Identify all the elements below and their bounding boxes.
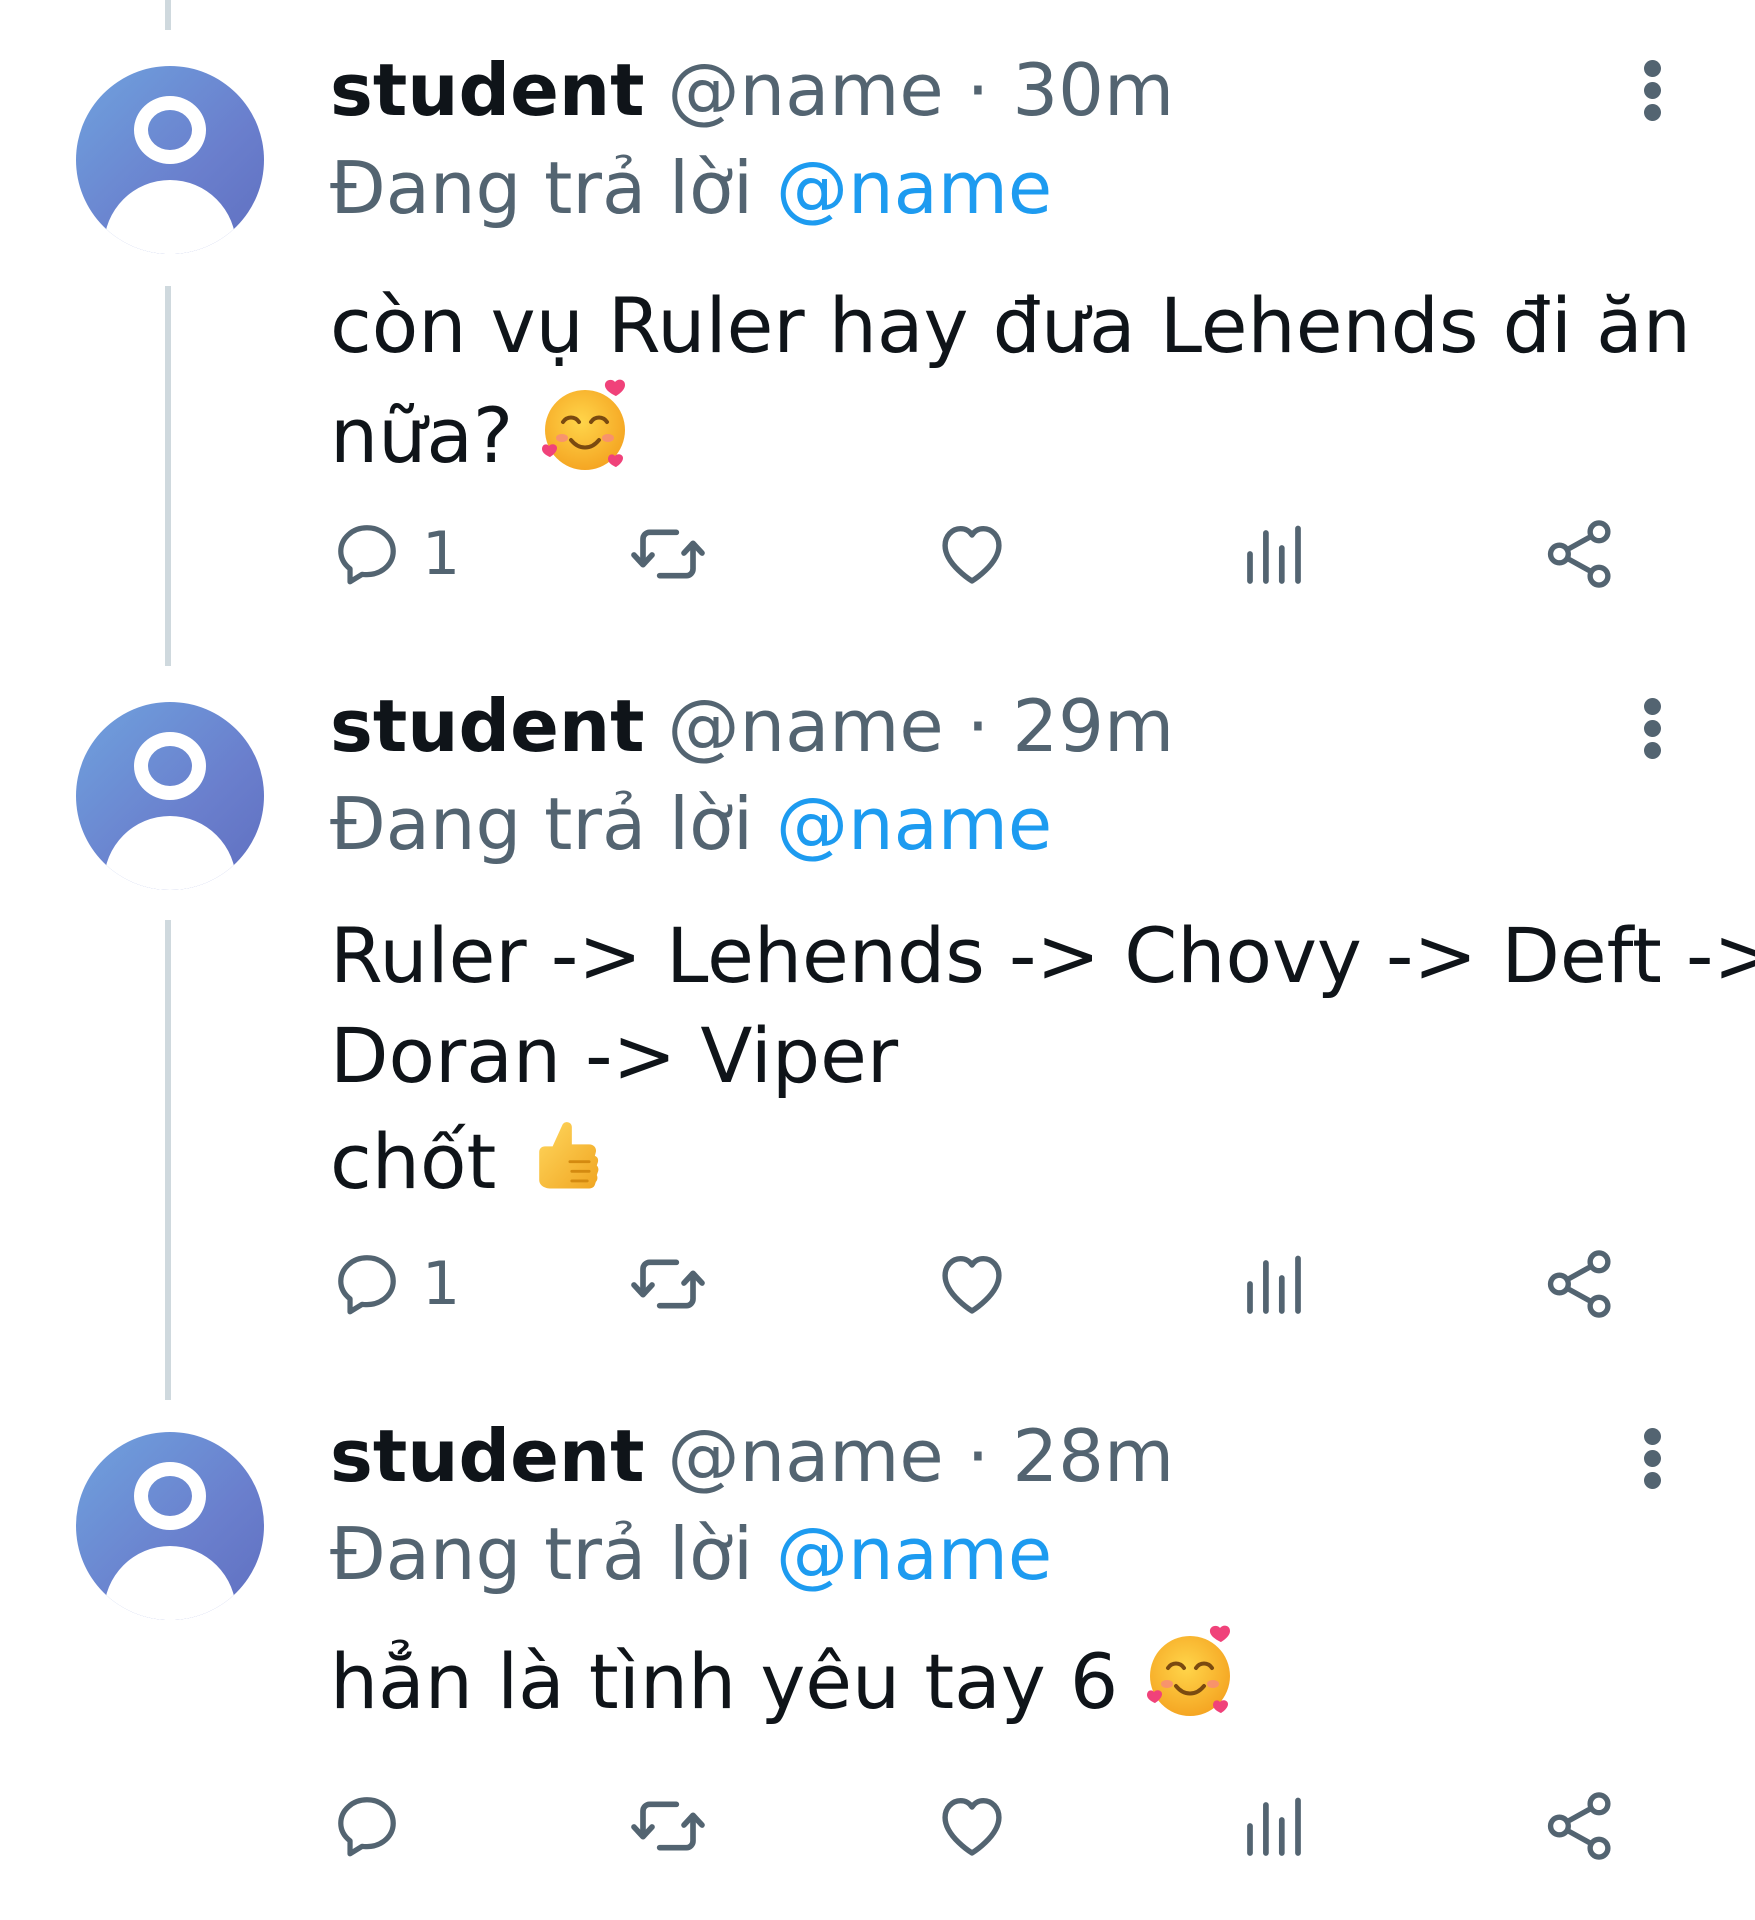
tweet-header: student @name · 28m xyxy=(330,1408,1667,1504)
smiling-face-with-hearts-icon xyxy=(1142,1622,1242,1722)
handle[interactable]: @name xyxy=(667,48,943,132)
tweet-text-line: chốt xyxy=(330,1106,1667,1212)
reply-prefix: Đang trả lời xyxy=(330,1512,754,1596)
retweet-button[interactable] xyxy=(628,514,708,594)
views-icon xyxy=(1238,1790,1310,1862)
replying-to: Đang trả lời @name xyxy=(330,138,1667,238)
avatar-body-shape xyxy=(104,180,236,254)
views-button[interactable] xyxy=(1238,1244,1310,1324)
retweet-button[interactable] xyxy=(628,1244,708,1324)
tweet-text-line: nữa? xyxy=(330,376,1667,486)
timestamp[interactable]: 30m xyxy=(1012,48,1174,132)
separator: · xyxy=(966,48,990,132)
reply-mention[interactable]: @name xyxy=(776,146,1052,230)
reply-icon xyxy=(330,1247,404,1321)
separator: · xyxy=(966,1414,990,1498)
tweet-3[interactable]: student @name · 28m Đang trả lời @name h… xyxy=(0,1400,1755,1920)
handle[interactable]: @name xyxy=(667,684,943,768)
handle[interactable]: @name xyxy=(667,1414,943,1498)
tweet-text: hẳn là tình yêu tay 6 xyxy=(330,1622,1667,1732)
reply-count: 1 xyxy=(422,519,461,589)
views-icon xyxy=(1238,518,1310,590)
tweet-text: còn vụ Ruler hay đưa Lehends đi ăn nữa? xyxy=(330,276,1691,486)
retweet-icon xyxy=(628,1244,708,1324)
timestamp[interactable]: 28m xyxy=(1012,1414,1174,1498)
tweet-header: student @name · 29m xyxy=(330,678,1667,774)
views-button[interactable] xyxy=(1238,514,1310,594)
retweet-icon xyxy=(628,1786,708,1866)
avatar-body-shape xyxy=(104,816,236,890)
smiling-face-with-hearts-icon xyxy=(537,376,637,476)
replying-to: Đang trả lời @name xyxy=(330,774,1667,874)
reply-count: 1 xyxy=(422,1249,461,1319)
reply-icon xyxy=(330,1789,404,1863)
avatar[interactable] xyxy=(76,66,264,254)
views-button[interactable] xyxy=(1238,1786,1310,1866)
reply-icon xyxy=(330,517,404,591)
tweet-text-line: Ruler -> Lehends -> Chovy -> Deft -> xyxy=(330,911,1755,1000)
tweet-text-line: còn vụ Ruler hay đưa Lehends đi ăn xyxy=(330,281,1691,370)
display-name[interactable]: student xyxy=(330,684,645,768)
tweet-text: Ruler -> Lehends -> Chovy -> Deft -> Dor… xyxy=(330,906,1755,1212)
avatar[interactable] xyxy=(76,1432,264,1620)
more-options-icon[interactable] xyxy=(1637,40,1667,140)
share-button[interactable] xyxy=(1542,1244,1618,1324)
replying-to: Đang trả lời @name xyxy=(330,1504,1667,1604)
thumbs-up-icon xyxy=(520,1106,616,1202)
action-bar: 1 xyxy=(330,1244,1650,1324)
reply-prefix: Đang trả lời xyxy=(330,146,754,230)
avatar-head-shape xyxy=(134,96,206,164)
like-icon xyxy=(934,1788,1010,1864)
reply-button[interactable] xyxy=(330,1786,422,1866)
reply-prefix: Đang trả lời xyxy=(330,782,754,866)
share-icon xyxy=(1542,516,1618,592)
display-name[interactable]: student xyxy=(330,1414,645,1498)
share-button[interactable] xyxy=(1542,514,1618,594)
timestamp[interactable]: 29m xyxy=(1012,684,1174,768)
reply-button[interactable]: 1 xyxy=(330,1244,460,1324)
retweet-icon xyxy=(628,514,708,594)
more-options-icon[interactable] xyxy=(1637,1408,1667,1508)
retweet-button[interactable] xyxy=(628,1786,708,1866)
like-button[interactable] xyxy=(934,514,1010,594)
like-button[interactable] xyxy=(934,1244,1010,1324)
reply-mention[interactable]: @name xyxy=(776,782,1052,866)
like-icon xyxy=(934,1246,1010,1322)
reply-mention[interactable]: @name xyxy=(776,1512,1052,1596)
more-options-icon[interactable] xyxy=(1637,678,1667,778)
share-icon xyxy=(1542,1246,1618,1322)
tweet-1[interactable]: student @name · 30m Đang trả lời @name c… xyxy=(0,0,1755,660)
views-icon xyxy=(1238,1248,1310,1320)
reply-button[interactable]: 1 xyxy=(330,514,460,594)
avatar-head-shape xyxy=(134,1462,206,1530)
tweet-2[interactable]: student @name · 29m Đang trả lời @name R… xyxy=(0,660,1755,1380)
tweet-text-line: Doran -> Viper xyxy=(330,1011,899,1100)
separator: · xyxy=(966,684,990,768)
tweet-header: student @name · 30m xyxy=(330,42,1667,138)
avatar-body-shape xyxy=(104,1546,236,1620)
tweet-text-line: hẳn là tình yêu tay 6 xyxy=(330,1622,1667,1732)
display-name[interactable]: student xyxy=(330,48,645,132)
avatar[interactable] xyxy=(76,702,264,890)
like-button[interactable] xyxy=(934,1786,1010,1866)
like-icon xyxy=(934,516,1010,592)
share-button[interactable] xyxy=(1542,1786,1618,1866)
action-bar xyxy=(330,1786,1650,1866)
share-icon xyxy=(1542,1788,1618,1864)
avatar-head-shape xyxy=(134,732,206,800)
action-bar: 1 xyxy=(330,514,1650,594)
